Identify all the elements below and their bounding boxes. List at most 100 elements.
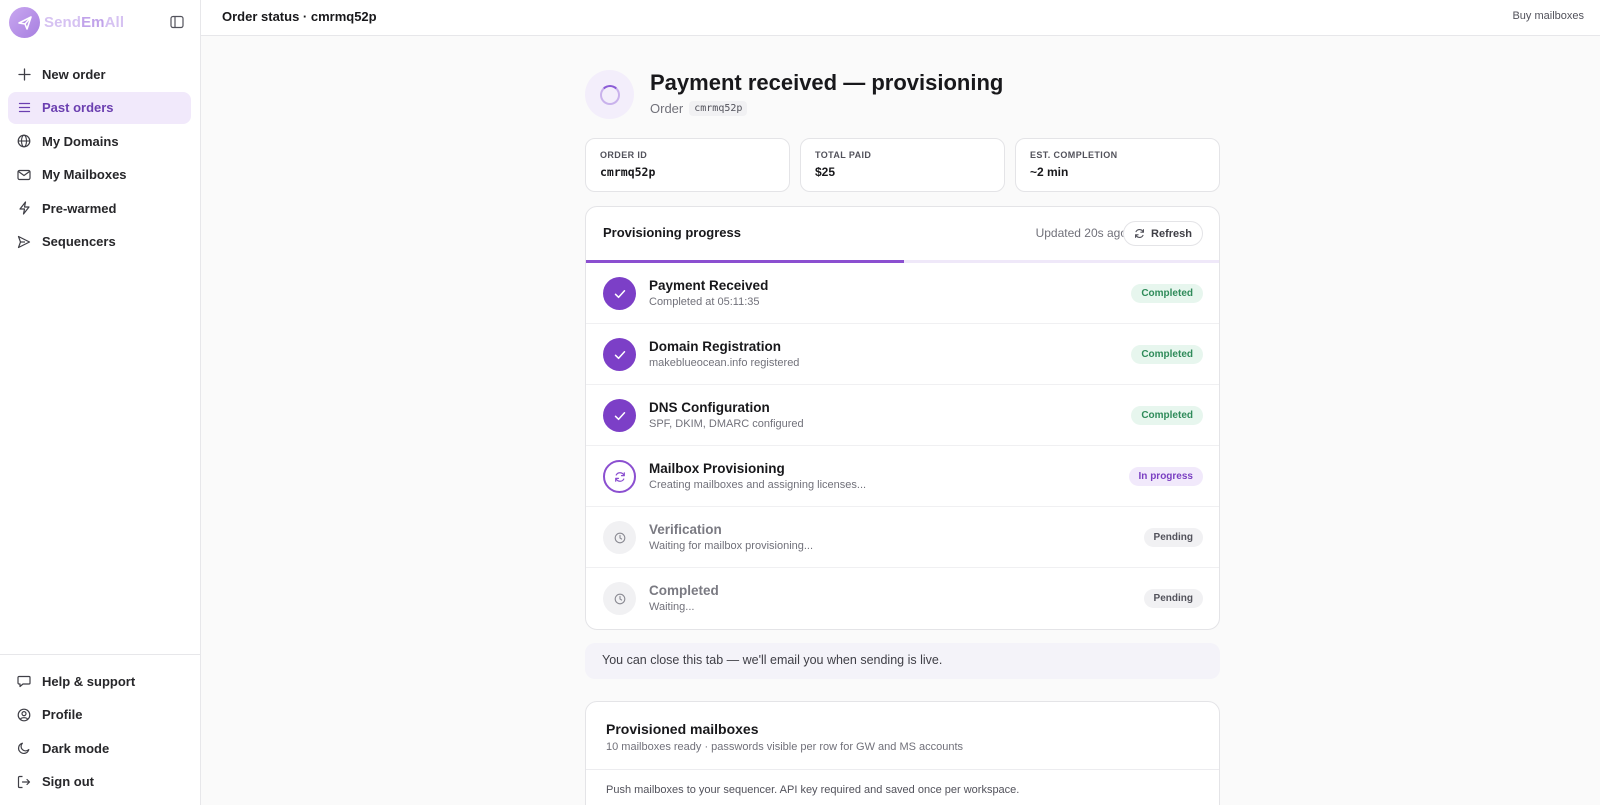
sidebar-bottom-nav: Help & support Profile Dark mode Sign ou… — [8, 665, 191, 799]
sidebar: SendEmAll New order Past orders My Domai… — [0, 0, 201, 805]
sidebar-item-new-order[interactable]: New order — [8, 58, 191, 90]
progress-card-header: Provisioning progress Updated 20s ago Re… — [586, 207, 1219, 263]
step-desc: Completed at 05:11:35 — [649, 296, 760, 308]
sidebar-item-past-orders[interactable]: Past orders — [8, 91, 191, 124]
brand[interactable]: SendEmAll — [9, 7, 124, 38]
main-content: Payment received — provisioning Order cm… — [585, 60, 1220, 805]
step-row-mailbox-provisioning: Mailbox Provisioning Creating mailboxes … — [586, 446, 1219, 507]
status-badge: In progress — [1128, 467, 1203, 486]
status-badge: Pending — [1143, 589, 1203, 608]
step-desc: Waiting for mailbox provisioning... — [649, 540, 814, 552]
mail-icon — [17, 168, 31, 182]
status-badge: Completed — [1131, 345, 1203, 364]
check-icon — [603, 399, 636, 432]
sidebar-item-label: My Mailboxes — [42, 167, 127, 182]
step-name: Mailbox Provisioning — [649, 461, 785, 476]
step-row-dns-configuration: DNS Configuration SPF, DKIM, DMARC confi… — [586, 385, 1219, 446]
brand-name: SendEmAll — [44, 14, 125, 31]
sidebar-item-label: Sequencers — [42, 234, 116, 249]
status-badge: Completed — [1131, 284, 1203, 303]
step-row-payment-received: Payment Received Completed at 05:11:35 C… — [586, 263, 1219, 324]
sidebar-item-label: My Domains — [42, 133, 119, 149]
sidebar-toggle-icon[interactable] — [169, 14, 185, 30]
check-icon — [603, 338, 636, 371]
sidebar-item-label: Help & support — [42, 673, 136, 689]
step-desc: Waiting... — [649, 601, 695, 613]
stat-label: Est. completion — [1030, 150, 1118, 160]
mailboxes-divider — [586, 769, 1219, 770]
sidebar-item-help[interactable]: Help & support — [8, 665, 191, 697]
step-name: Completed — [649, 583, 719, 598]
step-name: Verification — [649, 522, 722, 537]
updated-timestamp: Updated 20s ago — [1035, 226, 1127, 240]
step-desc: SPF, DKIM, DMARC configured — [649, 418, 804, 430]
stat-label: Total paid — [815, 150, 872, 160]
status-header: Payment received — provisioning Order cm… — [585, 60, 1220, 120]
globe-icon — [17, 134, 31, 148]
status-title: Payment received — provisioning — [650, 70, 1004, 95]
status-badge: Completed — [1131, 406, 1203, 425]
clock-icon — [603, 521, 636, 554]
sidebar-item-sequencers[interactable]: Sequencers — [8, 226, 191, 258]
stats-row: Order ID cmrmq52p Total paid $25 Est. co… — [585, 138, 1220, 192]
sidebar-item-label: Dark mode — [42, 740, 110, 756]
refresh-icon — [1134, 228, 1145, 239]
buy-mailboxes-link[interactable]: Buy mailboxes — [1512, 10, 1584, 22]
refresh-button[interactable]: Refresh — [1123, 221, 1203, 246]
order-subtitle: Order cmrmq52p — [650, 101, 748, 116]
step-desc: Creating mailboxes and assigning license… — [649, 479, 867, 491]
stat-total-paid: Total paid $25 — [800, 138, 1005, 192]
page-title: Order status · cmrmq52p — [222, 9, 377, 24]
order-code-chip: cmrmq52p — [689, 101, 748, 116]
step-row-completed: Completed Waiting... Pending — [586, 568, 1219, 629]
sidebar-item-sign-out[interactable]: Sign out — [8, 766, 191, 798]
sidebar-item-label: Pre-warmed — [42, 200, 117, 216]
refresh-label: Refresh — [1151, 227, 1192, 240]
order-label: Order — [650, 101, 684, 116]
step-desc: makeblueocean.info registered — [649, 357, 800, 369]
close-tab-notice: You can close this tab — we'll email you… — [585, 643, 1220, 679]
check-icon — [603, 277, 636, 310]
progress-title: Provisioning progress — [603, 225, 741, 240]
send-icon — [17, 235, 31, 249]
sidebar-item-label: New order — [42, 66, 106, 82]
stat-est-completion: Est. completion ~2 min — [1015, 138, 1220, 192]
chat-icon — [17, 674, 31, 688]
mailboxes-title: Provisioned mailboxes — [606, 721, 759, 737]
stat-value: cmrmq52p — [600, 165, 656, 179]
user-circle-icon — [17, 708, 31, 722]
sidebar-item-label: Profile — [42, 707, 83, 722]
moon-icon — [17, 741, 31, 755]
step-name: Domain Registration — [649, 339, 782, 354]
plus-icon — [17, 67, 31, 81]
logo-icon — [9, 7, 40, 38]
stat-order-id: Order ID cmrmq52p — [585, 138, 790, 192]
sidebar-item-profile[interactable]: Profile — [8, 699, 191, 731]
sidebar-item-my-mailboxes[interactable]: My Mailboxes — [8, 159, 191, 191]
clock-icon — [603, 582, 636, 615]
step-row-verification: Verification Waiting for mailbox provisi… — [586, 507, 1219, 568]
step-row-domain-registration: Domain Registration makeblueocean.info r… — [586, 324, 1219, 385]
refresh-icon — [603, 460, 636, 493]
loading-spinner-icon — [585, 70, 634, 119]
sidebar-item-dark-mode[interactable]: Dark mode — [8, 732, 191, 764]
sidebar-item-label: Sign out — [42, 774, 94, 789]
mailboxes-subtitle: 10 mailboxes ready · passwords visible p… — [606, 741, 964, 753]
sequencer-push-text: Push mailboxes to your sequencer. API ke… — [606, 784, 1020, 796]
logout-icon — [17, 775, 31, 789]
sidebar-item-pre-warmed[interactable]: Pre-warmed — [8, 192, 191, 224]
provisioning-progress-card: Provisioning progress Updated 20s ago Re… — [585, 206, 1220, 630]
topbar: Order status · cmrmq52p Buy mailboxes — [201, 0, 1600, 36]
status-badge: Pending — [1143, 528, 1203, 547]
stat-value: ~2 min — [1030, 165, 1069, 179]
stat-value: $25 — [815, 165, 836, 179]
step-name: DNS Configuration — [649, 400, 770, 415]
bolt-icon — [17, 201, 31, 215]
provisioned-mailboxes-card: Provisioned mailboxes 10 mailboxes ready… — [585, 701, 1220, 805]
sidebar-item-label: Past orders — [42, 100, 114, 115]
sidebar-item-my-domains[interactable]: My Domains — [8, 125, 191, 157]
step-name: Payment Received — [649, 278, 769, 293]
list-icon — [17, 101, 31, 115]
sidebar-divider — [0, 654, 201, 655]
stat-label: Order ID — [600, 150, 648, 160]
